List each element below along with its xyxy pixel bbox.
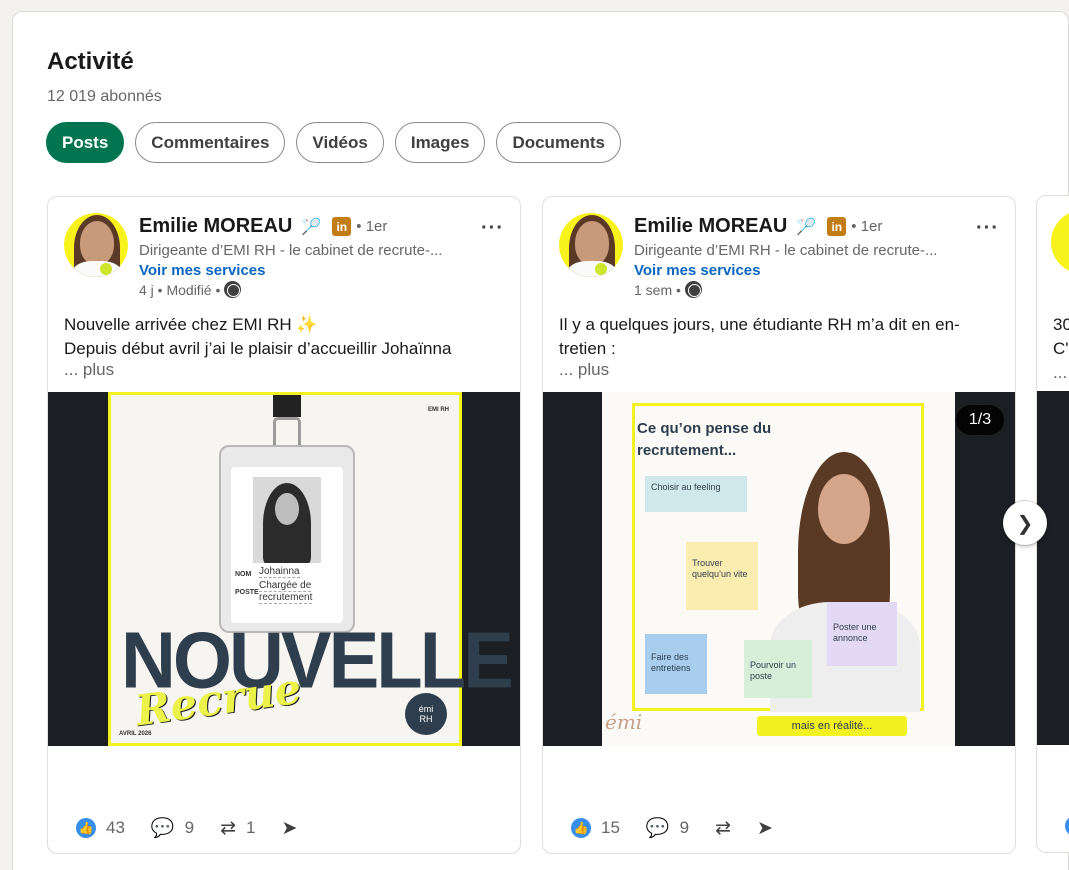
followers-count[interactable]: 12 019 abonnés: [47, 88, 162, 106]
social-actions: 👍 15 💬 9 ⇄ ➤: [571, 816, 799, 840]
comment-icon: 💬: [645, 818, 670, 839]
section-title: Activité: [47, 48, 134, 75]
avatar[interactable]: [559, 213, 623, 277]
comment-button[interactable]: 💬 9: [151, 816, 194, 840]
media-top-label: EMI RH: [428, 407, 449, 413]
repost-button[interactable]: ⇄ 1: [220, 817, 255, 840]
see-more-link[interactable]: ... plus: [64, 360, 114, 380]
repost-count: 1: [245, 818, 256, 837]
post-text: Il y a quelques jours, une étudiante RH …: [559, 313, 1003, 361]
filter-documents[interactable]: Documents: [496, 122, 622, 163]
linkedin-premium-icon: in: [332, 217, 352, 236]
emi-logo: émi RH: [405, 693, 447, 735]
like-count: 15: [601, 818, 620, 837]
repost-icon: ⇄: [715, 817, 731, 839]
connection-degree: • 1er: [356, 218, 388, 235]
badge-poste-label: POSTE: [235, 589, 259, 596]
badge-nom-value: Johainna: [259, 566, 300, 578]
send-icon: ➤: [756, 817, 773, 839]
badge-nom-label: NOM: [235, 571, 252, 578]
linkedin-premium-icon: in: [827, 217, 847, 236]
comment-icon: 💬: [150, 818, 175, 839]
send-button[interactable]: ➤: [757, 817, 773, 840]
post-time: 1 sem •: [634, 281, 702, 298]
post-text-line: 30: [1053, 315, 1069, 334]
post-time: 4 j • Modifié •: [139, 281, 242, 298]
comment-count: 9: [679, 818, 690, 837]
avatar[interactable]: [64, 213, 128, 277]
tennis-racket-icon: 🏸: [796, 218, 817, 236]
sticky-note: Faire des entretiens: [645, 634, 707, 694]
media-date: AVRIL 2026: [119, 731, 152, 737]
id-badge: NOM Johainna POSTE Chargée de recrutemen…: [219, 445, 355, 633]
carousel-next-button[interactable]: ❯: [1003, 501, 1047, 545]
avatar: [1051, 210, 1069, 274]
like-button[interactable]: 👍 43: [76, 818, 125, 838]
post-image: [1037, 391, 1069, 745]
services-link[interactable]: Voir mes services: [634, 262, 760, 279]
filter-chips: Posts Commentaires Vidéos Images Documen…: [46, 122, 622, 163]
post-text-line: tretien :: [559, 339, 616, 358]
social-actions: 👍 43 💬 9 ⇄ 1 ➤: [76, 816, 323, 840]
repost-icon: ⇄: [220, 817, 236, 839]
badge-poste-value: recrutement: [259, 592, 313, 604]
post-carousel-image[interactable]: Ce qu’on pense du recrutement... Choisir…: [543, 392, 1015, 746]
post-time-text: 4 j • Modifié •: [139, 281, 221, 298]
badge-poste-value: Chargée de: [259, 580, 312, 592]
media-brand: émi: [605, 710, 643, 734]
post-card: Emilie MOREAU 🏸 in • 1er ··· Dirigeante …: [47, 196, 521, 854]
globe-icon: [684, 281, 702, 298]
comment-count: 9: [184, 818, 195, 837]
services-link[interactable]: Voir mes services: [139, 262, 265, 279]
post-text: 30 C' ...: [1053, 313, 1069, 385]
filter-posts[interactable]: Posts: [46, 122, 125, 163]
sticky-note: Choisir au feeling: [645, 476, 747, 512]
more-options-icon[interactable]: ···: [481, 217, 504, 240]
post-text: Nouvelle arrivée chez EMI RH ✨ Depuis dé…: [64, 313, 508, 361]
post-text-line: Depuis début avril j’ai le plaisir d’acc…: [64, 339, 452, 358]
post-image[interactable]: EMI RH NOM Johainna POSTE Chargée de rec…: [48, 392, 520, 746]
sticky-note: Pourvoir un poste: [744, 640, 812, 698]
see-more-link[interactable]: ... plus: [559, 360, 609, 380]
author-name[interactable]: Emilie MOREAU: [634, 215, 787, 238]
filter-videos[interactable]: Vidéos: [296, 122, 384, 163]
see-more-link: ...: [1053, 363, 1068, 382]
media-bottom-label: mais en réalité...: [757, 716, 907, 736]
post-text-line: C': [1053, 339, 1069, 358]
post-text-line: Il y a quelques jours, une étudiante RH …: [559, 315, 960, 334]
carousel-counter: 1/3: [956, 405, 1004, 435]
author-headline: Dirigeante d’EMI RH - le cabinet de recr…: [634, 242, 938, 259]
author-name[interactable]: Emilie MOREAU: [139, 215, 292, 238]
more-options-icon[interactable]: ···: [976, 217, 999, 240]
repost-button[interactable]: ⇄: [715, 817, 731, 840]
like-count: 43: [106, 818, 125, 837]
filter-images[interactable]: Images: [394, 122, 486, 163]
tennis-racket-icon: 🏸: [301, 218, 322, 236]
logo-text: émi: [418, 704, 434, 714]
sticky-note: Poster une annonce: [827, 602, 897, 666]
chevron-right-icon: ❯: [1016, 512, 1034, 535]
like-icon: 👍: [76, 818, 96, 838]
post-time-text: 1 sem •: [634, 281, 681, 298]
like-icon: [1065, 816, 1069, 836]
post-card: Emilie MOREAU 🏸 in • 1er ··· Dirigeante …: [542, 196, 1016, 854]
filter-comments[interactable]: Commentaires: [135, 122, 286, 163]
activity-panel: Activité 12 019 abonnés Posts Commentair…: [12, 11, 1069, 870]
post-text-line: Nouvelle arrivée chez EMI RH ✨: [64, 315, 318, 334]
comment-button[interactable]: 💬 9: [646, 816, 689, 840]
send-icon: ➤: [281, 817, 298, 839]
like-button[interactable]: 👍 15: [571, 818, 620, 838]
send-button[interactable]: ➤: [281, 817, 297, 840]
like-icon: 👍: [571, 818, 591, 838]
sticky-note: Trouver quelqu’un vite: [686, 542, 758, 610]
connection-degree: • 1er: [851, 218, 883, 235]
author-headline: Dirigeante d’EMI RH - le cabinet de recr…: [139, 242, 443, 259]
logo-text: RH: [419, 714, 433, 724]
globe-icon: [224, 281, 242, 298]
